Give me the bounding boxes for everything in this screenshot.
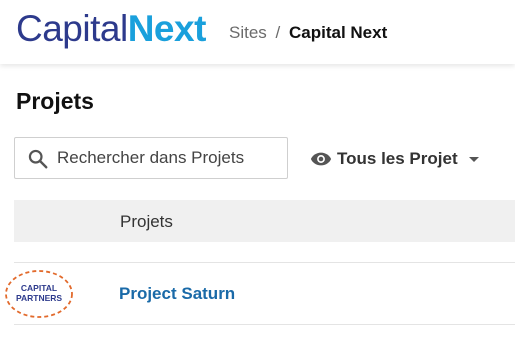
app-header: CapitalNext Sites / Capital Next bbox=[0, 0, 515, 64]
page-title: Projets bbox=[16, 88, 94, 114]
search-input[interactable] bbox=[57, 139, 283, 177]
eye-icon bbox=[310, 152, 332, 166]
column-header-projets[interactable]: Projets bbox=[120, 211, 173, 233]
breadcrumb-sites-link[interactable]: Sites bbox=[229, 23, 267, 42]
project-filter-dropdown[interactable]: Tous les Projet bbox=[310, 146, 479, 172]
search-box[interactable] bbox=[14, 137, 288, 179]
logo-next-text: Next bbox=[127, 8, 207, 49]
logo-capital-text: Capital bbox=[16, 8, 128, 49]
app-logo[interactable]: CapitalNext bbox=[16, 6, 206, 52]
breadcrumb-current: Capital Next bbox=[289, 23, 388, 42]
search-icon bbox=[28, 149, 48, 169]
filter-label: Tous les Projet bbox=[337, 149, 458, 168]
table-header: Projets bbox=[14, 200, 515, 242]
table-row[interactable]: CAPITAL PARTNERS Project Saturn bbox=[5, 262, 515, 325]
project-name-link[interactable]: Project Saturn bbox=[119, 283, 235, 305]
logo-line2: PARTNERS bbox=[16, 293, 62, 303]
breadcrumb-separator: / bbox=[275, 23, 281, 42]
caret-down-icon bbox=[468, 157, 479, 162]
capital-partners-logo: CAPITAL PARTNERS bbox=[5, 270, 73, 318]
logo-line1: CAPITAL bbox=[21, 283, 57, 293]
breadcrumb: Sites / Capital Next bbox=[229, 22, 387, 44]
